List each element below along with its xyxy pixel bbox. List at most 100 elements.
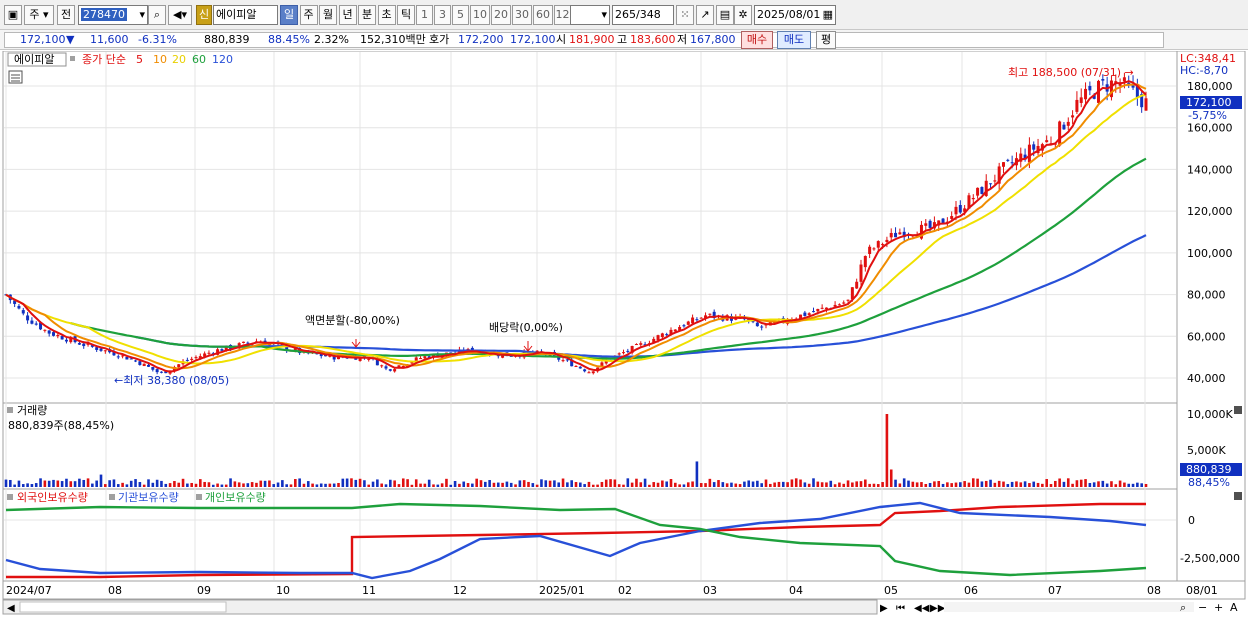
volume-bar [885,414,889,487]
buy-button[interactable]: 매수 [741,31,773,49]
prev-button[interactable]: 전 [57,5,75,25]
candle [1144,98,1148,111]
volume-bar [160,480,163,487]
zoom-icon[interactable]: ⌕ [1180,601,1186,614]
period-tab[interactable]: 일 [280,5,298,25]
price-panel[interactable] [2,51,1178,404]
volume-bar [440,483,444,487]
volume-bar [587,481,591,487]
candle [367,358,371,360]
open-price: 181,900 [569,33,615,46]
candle [622,352,625,354]
candle [242,341,245,343]
eval-button[interactable]: 평 [816,31,836,49]
volume-bar [298,478,301,487]
custom-interval-input[interactable]: ▾ [570,5,610,25]
interval-button[interactable]: 5 [452,5,469,25]
chevron-down-icon[interactable]: ▾ [601,6,607,24]
gear-icon[interactable]: ✲ [734,5,752,25]
current-price-tag-text: 172,100 [1186,96,1232,109]
panel-close-icon[interactable] [1234,406,1242,414]
interval-button[interactable]: 10 [470,5,490,25]
volume-bar [691,481,694,487]
volume-bar [812,478,815,487]
holding-y-tick: -2,500,000 [1180,552,1240,565]
stock-name-field[interactable]: 에이피알 [213,5,278,25]
zoom-tool-strip[interactable] [944,602,1194,612]
volume-bar [1071,483,1074,487]
x-axis-right-label: 08/01 [1186,584,1218,597]
font-size-icon[interactable]: A [1230,601,1238,614]
chart-area[interactable]: 180,000 160,000 140,000 120,000 100,000 80,00… [0,51,1248,621]
window-menu-icon[interactable]: ▣ [4,5,22,25]
speaker-icon[interactable]: ◀▾ [168,5,192,25]
holding-panel[interactable] [2,488,1178,582]
next-page-icon[interactable]: ▶▶ [930,603,946,614]
interval-button[interactable]: 20 [491,5,511,25]
period-tab[interactable]: 분 [358,5,376,25]
volume-bar [449,484,453,487]
grid-icon[interactable]: ⁙ [676,5,694,25]
volume-y-tick: 5,000K [1187,444,1226,457]
volume-bar [259,480,263,487]
period-tab[interactable]: 초 [377,5,396,25]
market-select[interactable]: 주 ▾ [24,5,54,25]
price-change-pct: -6.31% [138,33,177,46]
count-field[interactable]: 265/348 [612,5,674,25]
volume-bar [825,482,828,487]
volume-bar [207,482,211,487]
volume-bar [570,480,573,487]
volume-bar [112,479,116,487]
save-icon[interactable]: ▤ [716,5,734,25]
down-arrow-icon: ▼ [66,33,75,46]
scroll-left-icon[interactable]: ◀ [7,603,15,614]
candle [82,343,86,347]
period-tab[interactable]: 년 [338,5,357,25]
prev-page-icon[interactable]: ◀◀ [914,603,930,614]
date-field[interactable]: 2025/08/01 ▦ [754,5,836,25]
volume-bar [311,483,314,487]
period-tab[interactable]: 월 [319,5,337,25]
volume-bar [561,478,565,487]
period-tab[interactable]: 틱 [397,5,415,25]
volume-bar [414,479,418,487]
volume-bar [535,484,539,487]
volume-bar [419,483,422,487]
draw-icon[interactable]: ↗ [696,5,714,25]
search-icon[interactable]: ⌕ [148,5,166,25]
calendar-icon[interactable]: ▦ [823,6,833,24]
volume-bar [82,479,86,487]
turnover: 2.32% [314,33,349,46]
candle [898,232,902,235]
volume-title: 거래량 [17,404,47,417]
first-page-icon[interactable]: ⏮ [896,603,905,614]
zoom-out-icon[interactable]: − [1198,601,1207,614]
candle [116,356,120,358]
sell-button[interactable]: 매도 [777,31,811,49]
panel-close-icon[interactable] [1234,492,1242,500]
zoom-in-icon[interactable]: + [1214,601,1223,614]
volume-bar [915,482,919,487]
volume-bar [522,480,526,487]
volume-bar [518,480,522,487]
scroll-right-icon[interactable]: ▶ [880,603,888,614]
volume-bar [661,480,664,487]
interval-button[interactable]: 3 [434,5,451,25]
volume-panel[interactable] [2,402,1178,490]
volume-bar [1114,484,1118,487]
scrollbar-thumb[interactable] [19,601,227,613]
current-price: 172,100 [20,33,66,46]
interval-button[interactable]: 30 [512,5,532,25]
interval-button[interactable]: 60 [533,5,553,25]
volume-bar [712,482,716,487]
interval-button[interactable]: 1 [416,5,433,25]
period-tab[interactable]: 주 [299,5,318,25]
volume-bar [1066,478,1070,487]
stock-code-input[interactable]: 278470 ▾ [78,5,148,25]
volume-bar [1140,483,1143,487]
candle [1045,140,1049,143]
volume-bar [229,478,232,487]
chevron-down-icon[interactable]: ▾ [139,6,145,24]
candle [699,317,703,319]
trade-amount: 152,310백만 [360,33,426,46]
